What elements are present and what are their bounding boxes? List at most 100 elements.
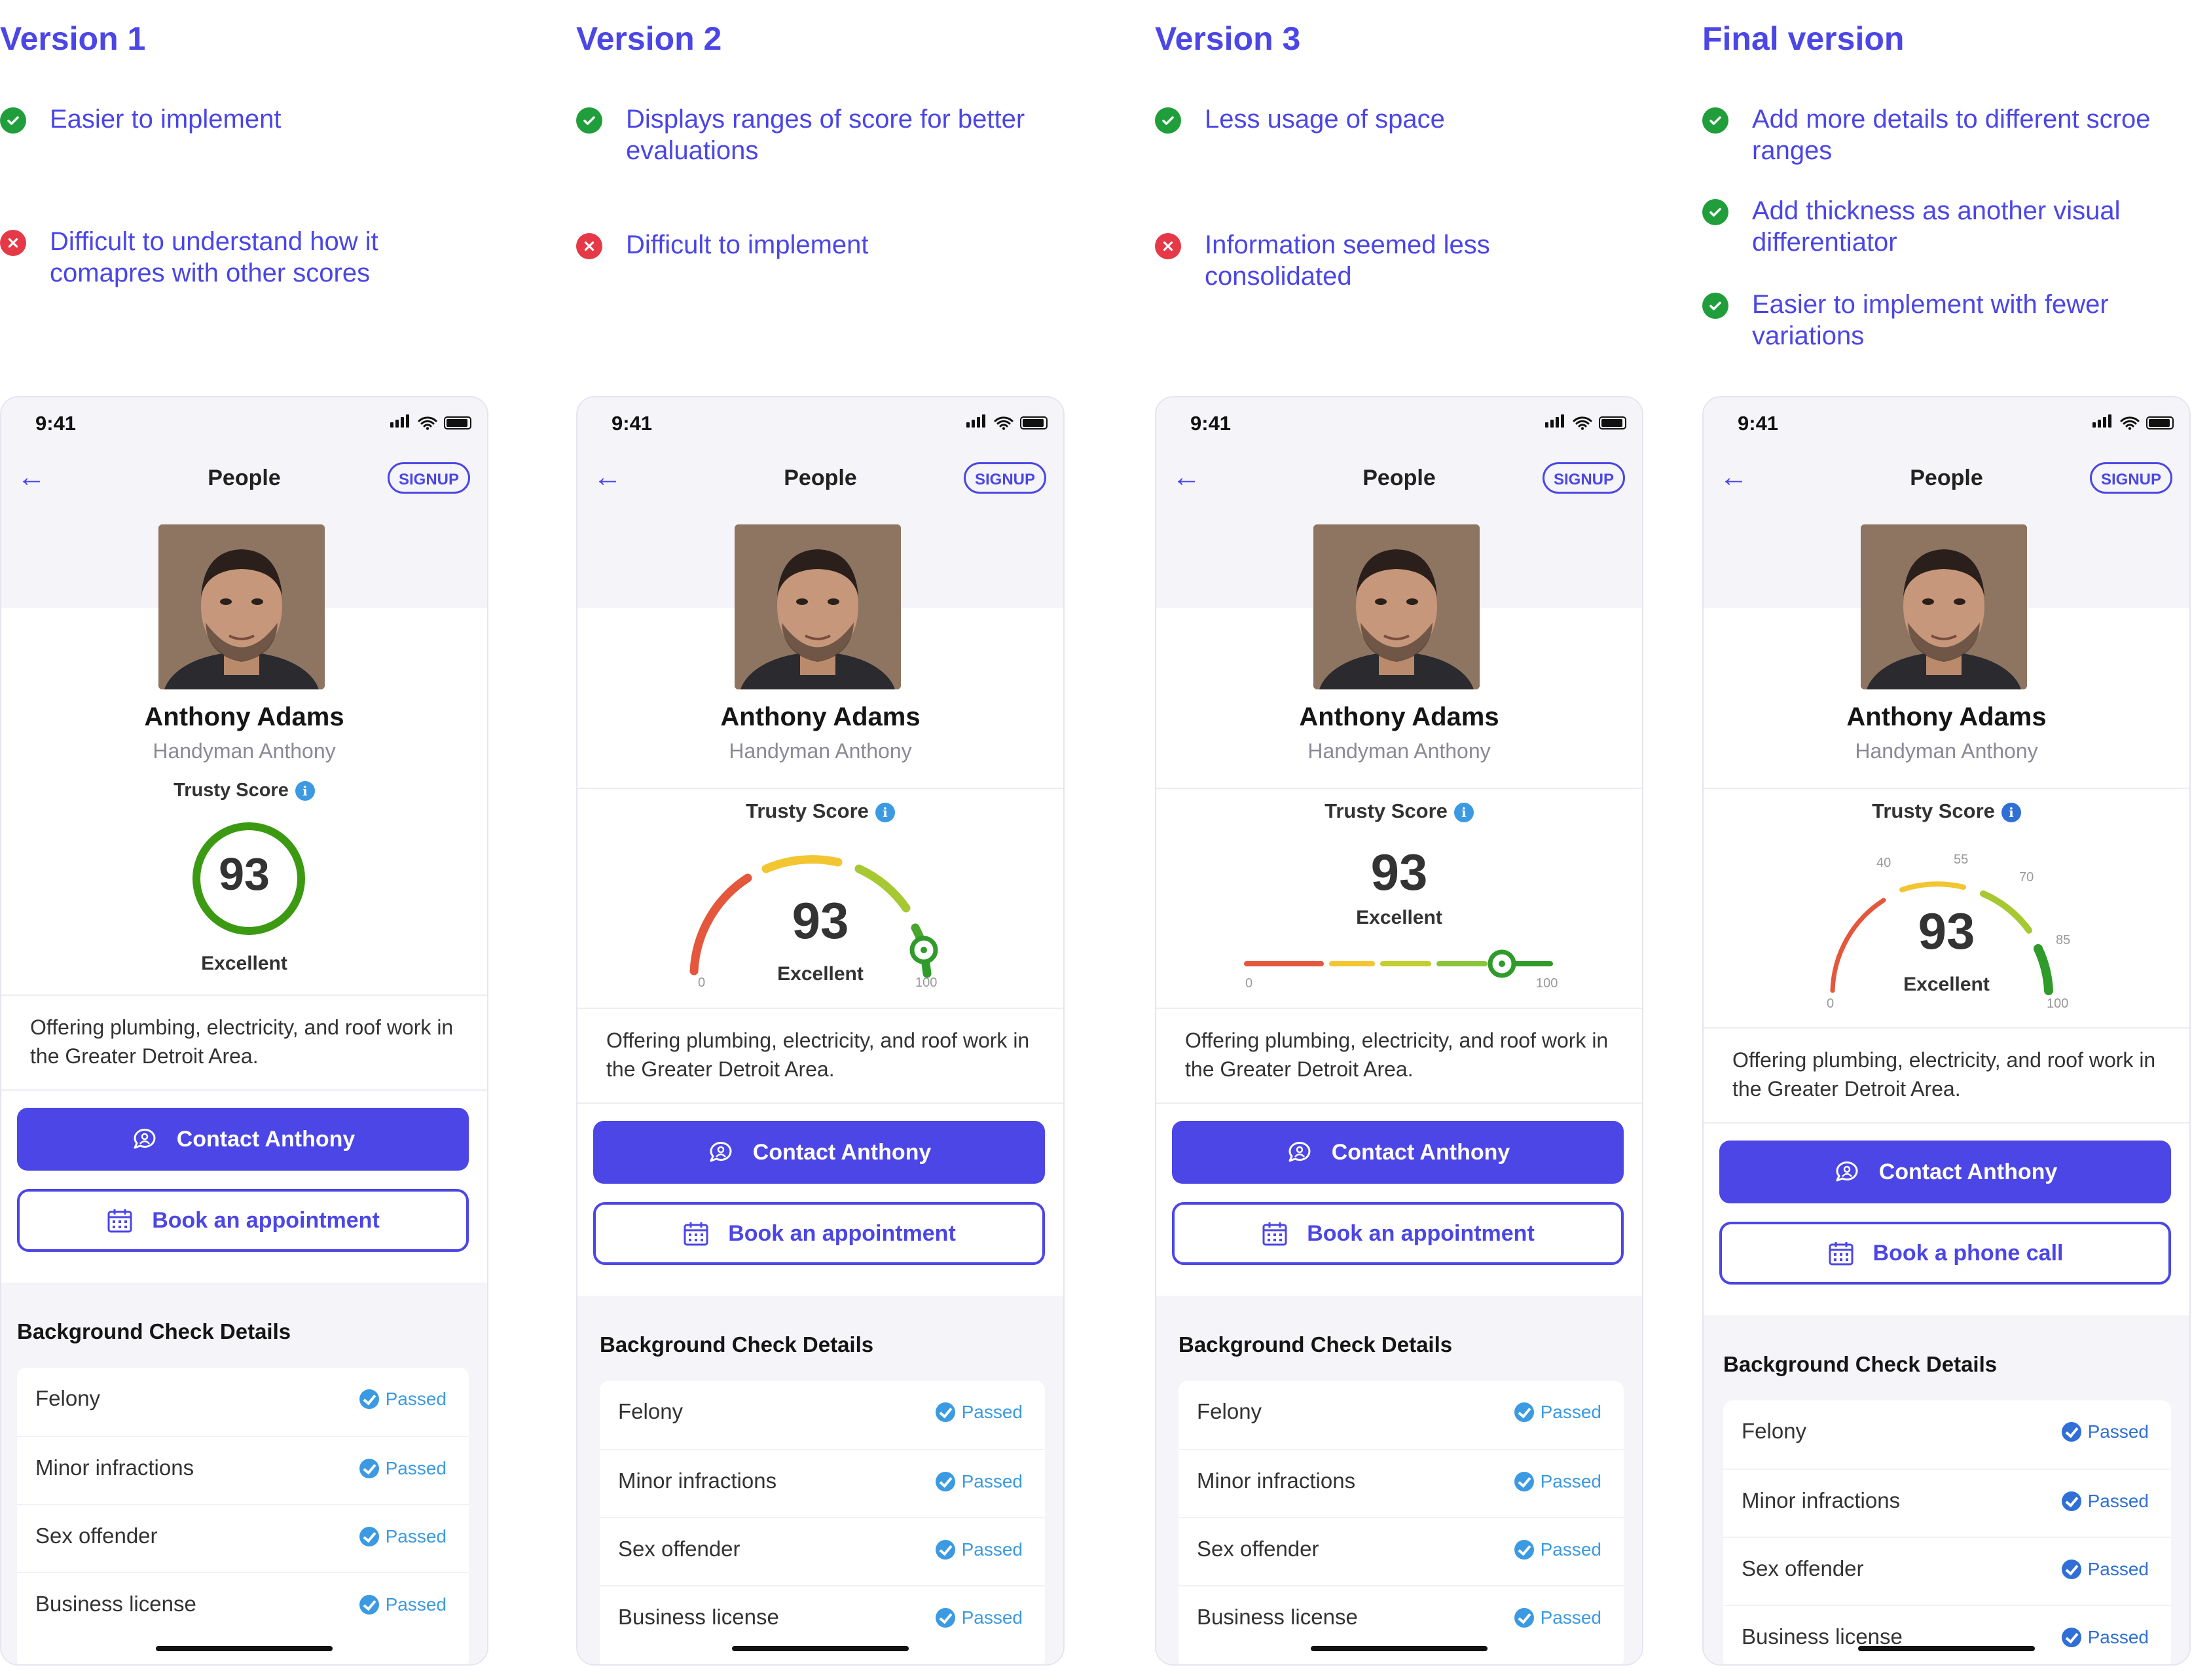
pro-note: Easier to implement with fewer variation… — [1702, 289, 2190, 352]
status-text: Passed — [2087, 1559, 2149, 1579]
contact-button[interactable]: Contact Anthony — [593, 1121, 1045, 1184]
signup-button[interactable]: SIGNUP — [387, 462, 470, 494]
signal-icon — [390, 414, 411, 431]
con-note: Information seemed less consolidated — [1155, 229, 1666, 292]
status-icons — [2092, 414, 2174, 431]
score-value: 93 — [792, 892, 849, 949]
divider — [577, 788, 1063, 789]
status-text: Passed — [1540, 1539, 1601, 1560]
divider — [1156, 1103, 1642, 1104]
note-text: Easier to implement with fewer variation… — [1752, 290, 2109, 350]
version-2-column: Version 2 Displays ranges of score for b… — [576, 0, 1087, 1680]
background-check-card: Felony Passed Minor infractions Passed Sex… — [600, 1381, 1045, 1664]
check-circle-icon — [1155, 107, 1181, 134]
signal-icon — [1545, 414, 1566, 431]
check-row: Felony Passed — [1723, 1400, 2171, 1469]
con-note: Difficult to implement — [576, 229, 1087, 261]
score-label: Excellent — [1356, 907, 1442, 928]
phone-mockup: 9:41 ← People SIGNUP Anthony Adams Handy… — [1155, 396, 1643, 1666]
battery-icon — [2146, 416, 2174, 429]
home-indicator[interactable] — [1311, 1646, 1488, 1651]
contact-button[interactable]: Contact Anthony — [17, 1108, 469, 1171]
info-icon[interactable]: i — [1453, 802, 1474, 822]
check-status: Passed — [935, 1607, 1023, 1628]
profile-handle: Handyman Anthony — [729, 739, 912, 763]
divider — [1704, 1122, 2189, 1123]
calendar-icon — [682, 1220, 710, 1247]
signup-button[interactable]: SIGNUP — [1542, 462, 1625, 494]
gauge-tick-max: 100 — [2047, 996, 2069, 1011]
info-icon[interactable]: i — [875, 802, 895, 822]
contact-button-label: Contact Anthony — [1878, 1159, 2058, 1184]
verified-icon — [935, 1472, 955, 1491]
book-button[interactable]: Book an appointment — [17, 1189, 469, 1252]
status-text: Passed — [385, 1594, 447, 1615]
verified-icon — [359, 1389, 379, 1409]
check-label: Business license — [35, 1592, 196, 1616]
book-button[interactable]: Book an appointment — [593, 1202, 1045, 1265]
home-indicator[interactable] — [156, 1646, 333, 1651]
check-circle-icon — [1702, 107, 1728, 134]
book-button-label: Book an appointment — [1307, 1220, 1535, 1246]
pro-note: Easier to implement — [0, 103, 511, 135]
background-check-title: Background Check Details — [1723, 1352, 1998, 1376]
book-button-label: Book an appointment — [152, 1207, 380, 1233]
divider — [1704, 788, 2189, 789]
pro-note: Add more details to different scroe rang… — [1702, 103, 2190, 166]
check-row: Minor infractions Passed — [17, 1436, 469, 1505]
wifi-icon — [418, 416, 437, 430]
status-time: 9:41 — [1190, 412, 1232, 435]
background-check-section: Background Check Details Felony Passed Mi… — [1, 1283, 487, 1664]
check-row: Minor infractions Passed — [1723, 1469, 2171, 1538]
status-text: Passed — [385, 1526, 447, 1546]
signal-icon — [2092, 414, 2113, 431]
contact-button[interactable]: Contact Anthony — [1172, 1121, 1624, 1184]
contact-button-label: Contact Anthony — [1331, 1139, 1510, 1165]
signup-button[interactable]: SIGNUP — [2089, 462, 2172, 494]
check-circle-icon — [1702, 293, 1728, 319]
check-row: Sex offender Passed — [1723, 1537, 2171, 1606]
status-text: Passed — [1540, 1607, 1601, 1628]
info-icon[interactable]: i — [295, 781, 315, 801]
status-text: Passed — [2087, 1627, 2149, 1647]
note-text: Less usage of space — [1205, 105, 1445, 134]
chat-icon — [707, 1139, 735, 1166]
divider — [577, 1008, 1063, 1009]
status-time: 9:41 — [35, 412, 77, 435]
profile-description: Offering plumbing, electricity, and roof… — [606, 1029, 1030, 1081]
avatar — [735, 524, 901, 689]
battery-icon — [1020, 416, 1048, 429]
check-circle-icon — [576, 107, 602, 134]
score-label: Excellent — [201, 953, 287, 974]
profile-handle: Handyman Anthony — [1307, 739, 1491, 763]
info-icon[interactable]: i — [2001, 802, 2021, 822]
chat-icon — [131, 1125, 158, 1153]
trusty-score-title: Trusty Score i — [577, 799, 1063, 823]
verified-icon — [935, 1540, 955, 1560]
final-version-column: Final version Add more details to differ… — [1702, 0, 2191, 1680]
check-status: Passed — [359, 1458, 447, 1479]
profile-name: Anthony Adams — [1299, 703, 1499, 731]
check-label: Felony — [35, 1386, 101, 1410]
book-button[interactable]: Book an appointment — [1172, 1202, 1624, 1265]
contact-button[interactable]: Contact Anthony — [1719, 1141, 2171, 1203]
status-text: Passed — [961, 1607, 1023, 1628]
chat-icon — [1286, 1139, 1313, 1166]
verified-icon — [1514, 1402, 1534, 1422]
con-note: Difficult to understand how it comapres … — [0, 226, 511, 289]
book-phone-call-button[interactable]: Book a phone call — [1719, 1222, 2171, 1285]
version-3-column: Version 3 Less usage of space Informatio… — [1155, 0, 1666, 1680]
check-label: Sex offender — [35, 1524, 158, 1548]
verified-icon — [2061, 1560, 2081, 1579]
status-text: Passed — [1540, 1402, 1601, 1422]
trusty-score-title: Trusty Score i — [1704, 799, 2189, 823]
contact-button-label: Contact Anthony — [752, 1139, 932, 1165]
home-indicator[interactable] — [732, 1646, 909, 1651]
check-label: Felony — [1742, 1419, 1807, 1443]
trusty-score-title: Trusty Score i — [1156, 799, 1642, 823]
pro-note: Add thickness as another visual differen… — [1702, 195, 2190, 258]
signup-button[interactable]: SIGNUP — [963, 462, 1046, 494]
profile-handle: Handyman Anthony — [153, 739, 336, 763]
home-indicator[interactable] — [1858, 1646, 2035, 1651]
check-row: Felony Passed — [17, 1368, 469, 1436]
